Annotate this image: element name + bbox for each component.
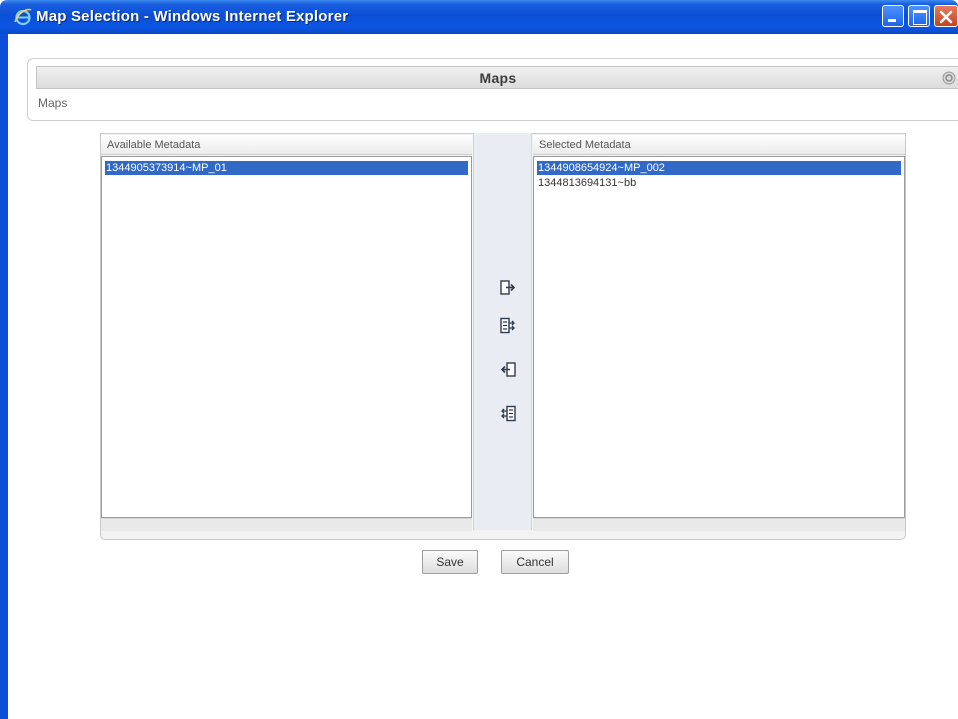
move-all-right-icon[interactable] — [499, 317, 517, 335]
list-item[interactable]: 1344905373914~MP_01 — [105, 161, 468, 175]
internet-explorer-icon — [14, 8, 32, 26]
breadcrumb: Maps — [38, 96, 68, 110]
title-bar: Map Selection - Windows Internet Explore… — [0, 0, 958, 34]
selected-metadata-header: Selected Metadata — [533, 135, 905, 155]
maximize-button[interactable] — [908, 5, 930, 27]
move-left-icon[interactable] — [499, 361, 517, 379]
shuttle-controls — [473, 133, 532, 530]
close-icon — [939, 10, 953, 24]
selected-metadata-list[interactable]: 1344908654924~MP_002 1344813694131~bb — [533, 156, 905, 518]
selected-list-footer — [533, 518, 905, 531]
available-metadata-list[interactable]: 1344905373914~MP_01 — [101, 156, 472, 518]
page-title: Maps — [479, 70, 517, 86]
window-title: Map Selection - Windows Internet Explore… — [36, 8, 349, 25]
list-item[interactable]: 1344813694131~bb — [537, 176, 901, 190]
available-list-footer — [101, 518, 472, 531]
maps-panel: Maps Maps — [27, 58, 958, 121]
available-metadata-header: Available Metadata — [101, 135, 472, 155]
move-all-left-icon[interactable] — [499, 405, 517, 423]
minimize-button[interactable] — [882, 5, 904, 27]
window-frame-left — [0, 34, 8, 719]
maps-header: Maps — [36, 66, 958, 89]
move-right-icon[interactable] — [499, 279, 517, 297]
close-button[interactable] — [934, 5, 958, 27]
help-icon[interactable] — [942, 71, 956, 85]
save-button[interactable]: Save — [422, 550, 478, 574]
list-item[interactable]: 1344908654924~MP_002 — [537, 161, 901, 175]
cancel-button[interactable]: Cancel — [501, 550, 569, 574]
